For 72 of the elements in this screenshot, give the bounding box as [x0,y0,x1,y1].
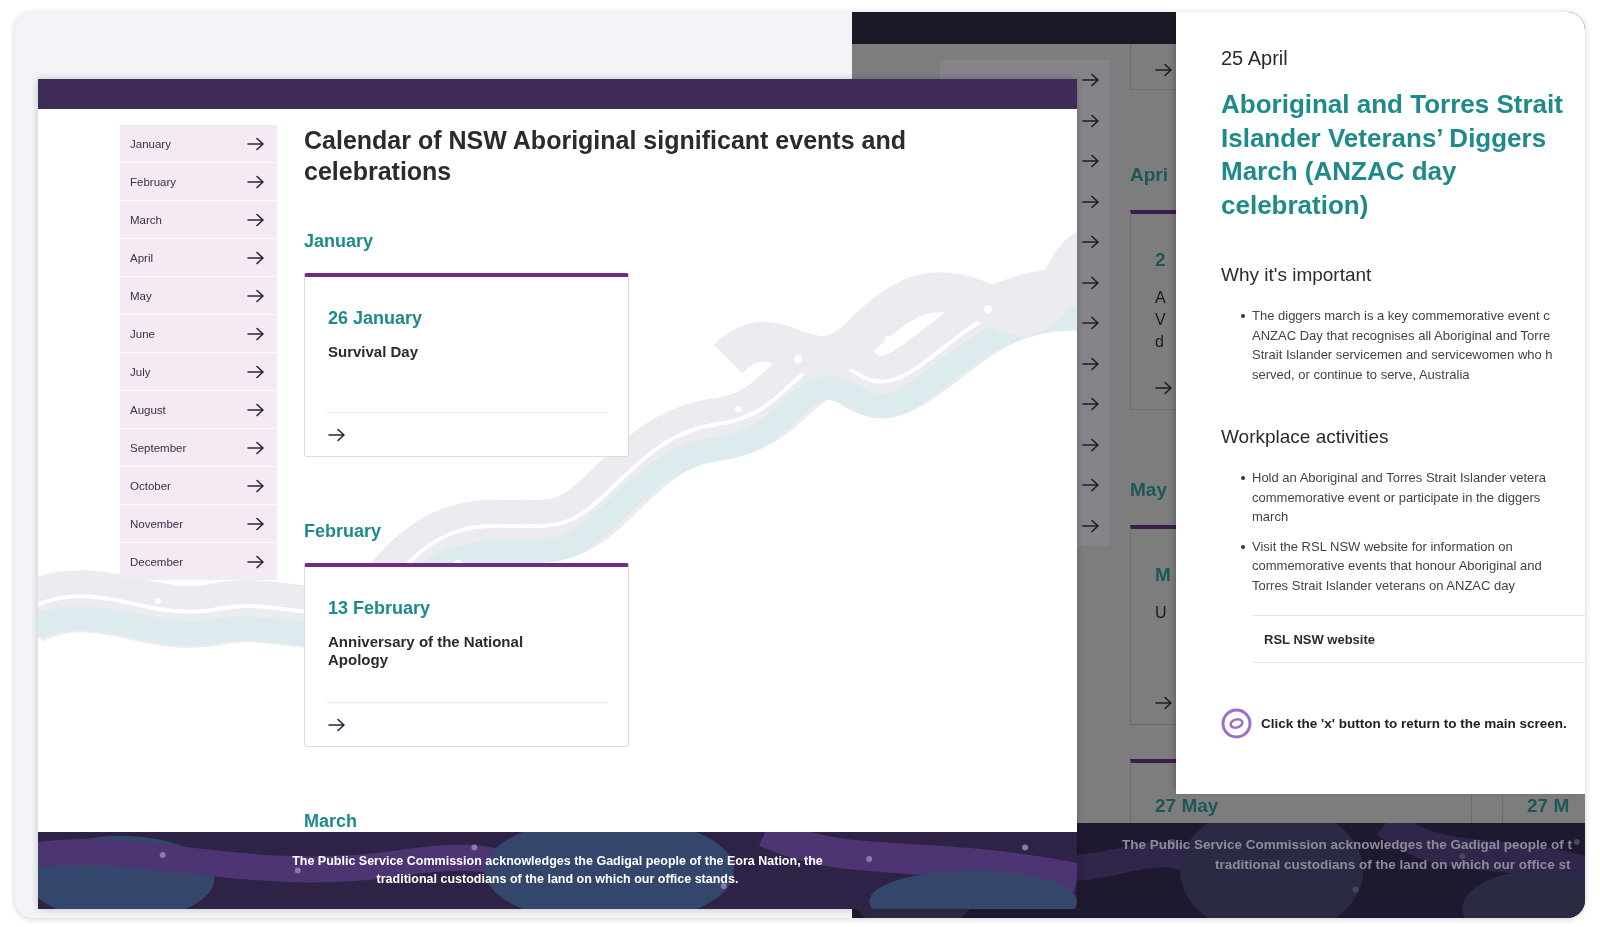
section-heading: Workplace activities [1221,425,1390,449]
month-heading: February [304,520,383,543]
month-link[interactable]: January [120,125,277,162]
month-link[interactable]: October [120,467,277,504]
arrow-icon [1082,478,1100,493]
month-link[interactable]: May [120,277,277,314]
arrow-icon [1082,356,1100,371]
month-link[interactable]: August [120,391,277,428]
month-link[interactable]: April [120,239,277,276]
arrow-icon[interactable] [247,440,265,455]
arrow-icon[interactable] [247,174,265,189]
bullet-text: The diggers march is a key commemorative event c ANZAC Day that recognises all Aboriginal and Torre Strait Islander servicemen and servicewomen who h served, or continue to serve, Australia [1252,307,1553,384]
arrow-icon [1082,194,1100,209]
event-date: 2 [1155,249,1166,271]
arrow-icon [1155,381,1173,395]
bullet-text: Visit the RSL NSW website for information on commemorative events that honour Aboriginal and Torres Strait Islander veterans on ANZAC day [1252,537,1542,595]
ring-icon [1221,708,1252,739]
arrow-icon [1155,696,1173,710]
arrow-icon[interactable] [247,402,265,417]
arrow-icon[interactable] [247,288,265,303]
arrow-icon[interactable] [247,326,265,341]
arrow-icon [1082,275,1100,290]
arrow-icon[interactable] [247,212,265,227]
arrow-icon [1155,62,1173,77]
event-date: 25 April [1221,46,1289,70]
website-link[interactable]: RSL NSW website [1264,631,1375,647]
page-title: Calendar of NSW Aboriginal significant events and celebrations [304,125,907,187]
arrow-icon [1082,235,1100,250]
arrow-icon[interactable] [328,428,346,442]
footer-text: The Public Service Commission acknowledges the Gadigal people of the Eora Nation, the traditional custodians of the land on which our office stands. [291,853,824,888]
event-title: U [1155,603,1167,623]
month-heading: March [304,810,358,832]
event-date: 26 January [328,307,424,329]
arrow-icon [1082,154,1100,169]
event-date: M [1155,564,1171,586]
arrow-icon[interactable] [247,478,265,493]
arrow-icon[interactable] [247,136,265,151]
arrow-icon [1082,316,1100,331]
arrow-icon[interactable] [247,250,265,265]
bullet-icon [1241,476,1245,480]
bullet-text: Hold an Aboriginal and Torres Strait Islander vetera commemorative event or participate in the diggers march [1252,469,1546,526]
arrow-icon [1082,437,1100,452]
arrow-icon[interactable] [247,516,265,531]
month-link[interactable]: February [120,163,277,200]
event-title: A V d [1155,288,1166,352]
bullet-icon [1241,314,1245,318]
arrow-icon [1082,397,1100,412]
month-heading: Apri [1130,164,1168,186]
event-date: 27 May [1155,795,1219,817]
month-heading: January [304,230,375,253]
footer-text: The Public Service Commission acknowledges the Gadigal people of t traditional custodians of the land on which our office st [1122,836,1573,874]
event-title: Aboriginal and Torres Strait Islander Veterans’ Diggers March (ANZAC day celebration) [1221,88,1564,222]
section-heading: Why it's important [1221,263,1373,287]
month-link[interactable]: March [120,201,277,238]
hint-text: Click the 'x' button to return to the main screen. [1261,716,1567,731]
arrow-icon[interactable] [247,554,265,569]
month-link[interactable]: June [120,315,277,352]
arrow-icon [1082,518,1100,533]
arrow-icon[interactable] [247,364,265,379]
event-title: Anniversary of the National Apology [328,633,525,669]
event-date: 27 M [1527,795,1570,817]
arrow-icon[interactable] [328,718,346,732]
month-link[interactable]: September [120,429,277,466]
event-date: 13 February [328,597,432,619]
bullet-icon [1241,544,1245,549]
month-link[interactable]: July [120,353,277,390]
month-link[interactable]: December [120,543,277,580]
month-heading: May [1130,479,1167,501]
arrow-icon [1082,113,1100,128]
arrow-icon [1082,73,1100,88]
event-title: Survival Day [328,343,420,361]
month-link[interactable]: November [120,505,277,542]
